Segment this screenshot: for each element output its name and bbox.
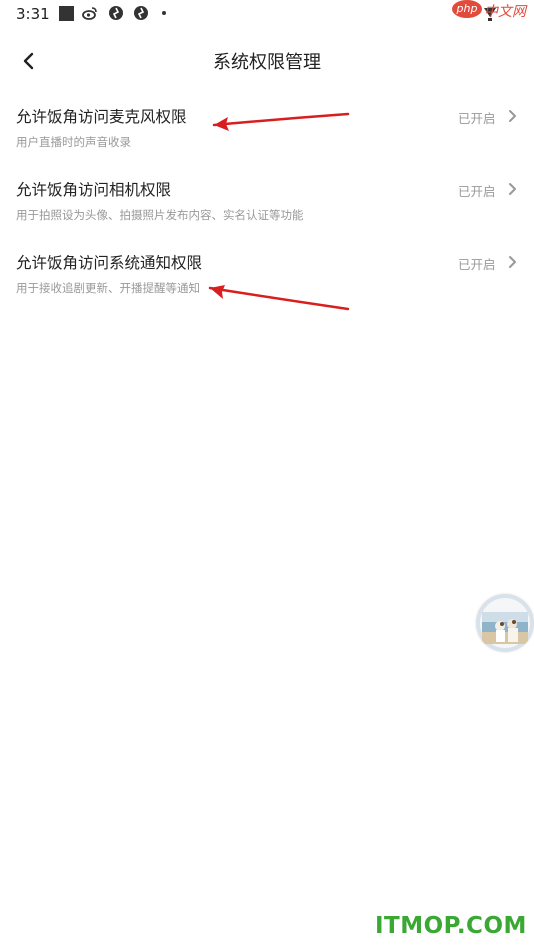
weibo-icon — [82, 7, 97, 20]
permission-row-camera[interactable]: 允许饭角访问相机权限 用于拍照设为头像、拍摄照片发布内容、实名认证等功能 已开启 — [0, 178, 534, 248]
permission-row-microphone[interactable]: 允许饭角访问麦克风权限 用户直播时的声音收录 已开启 — [0, 105, 534, 175]
permission-description: 用于拍照设为头像、拍摄照片发布内容、实名认证等功能 — [16, 208, 304, 222]
permission-status: 已开启 — [458, 111, 496, 126]
permission-description: 用于接收追剧更新、开播提醒等通知 — [16, 281, 200, 295]
app-notification-icon — [109, 6, 123, 20]
permission-row-notification[interactable]: 允许饭角访问系统通知权限 用于接收追剧更新、开播提醒等通知 已开启 — [0, 251, 534, 321]
screen: 3:31 php 中文网 系统权限管理 允许饭角访问麦克风权限 用户直播时的声音… — [0, 0, 534, 950]
floating-avatar-button[interactable] — [476, 594, 534, 652]
permission-status: 已开启 — [458, 184, 496, 199]
chevron-right-icon — [509, 110, 516, 122]
itmop-watermark: ITMOP.COM — [375, 913, 527, 939]
permission-title: 允许饭角访问麦克风权限 — [16, 108, 187, 126]
avatar — [476, 594, 534, 652]
header: 系统权限管理 — [0, 38, 534, 82]
app-notification-icon-2 — [134, 6, 148, 20]
more-notifications-dot-icon — [162, 11, 166, 15]
notification-square-icon — [59, 6, 74, 21]
permission-title: 允许饭角访问相机权限 — [16, 181, 172, 199]
php-logo: php — [452, 0, 482, 18]
page-title: 系统权限管理 — [213, 52, 321, 73]
php-watermark: php 中文网 — [452, 0, 532, 22]
permission-description: 用户直播时的声音收录 — [16, 135, 131, 149]
permission-title: 允许饭角访问系统通知权限 — [16, 254, 203, 272]
chevron-right-icon — [509, 256, 516, 268]
permission-status: 已开启 — [458, 257, 496, 272]
php-logo-text: 中文网 — [484, 4, 526, 20]
chevron-right-icon — [509, 183, 516, 195]
status-time: 3:31 — [16, 5, 50, 23]
